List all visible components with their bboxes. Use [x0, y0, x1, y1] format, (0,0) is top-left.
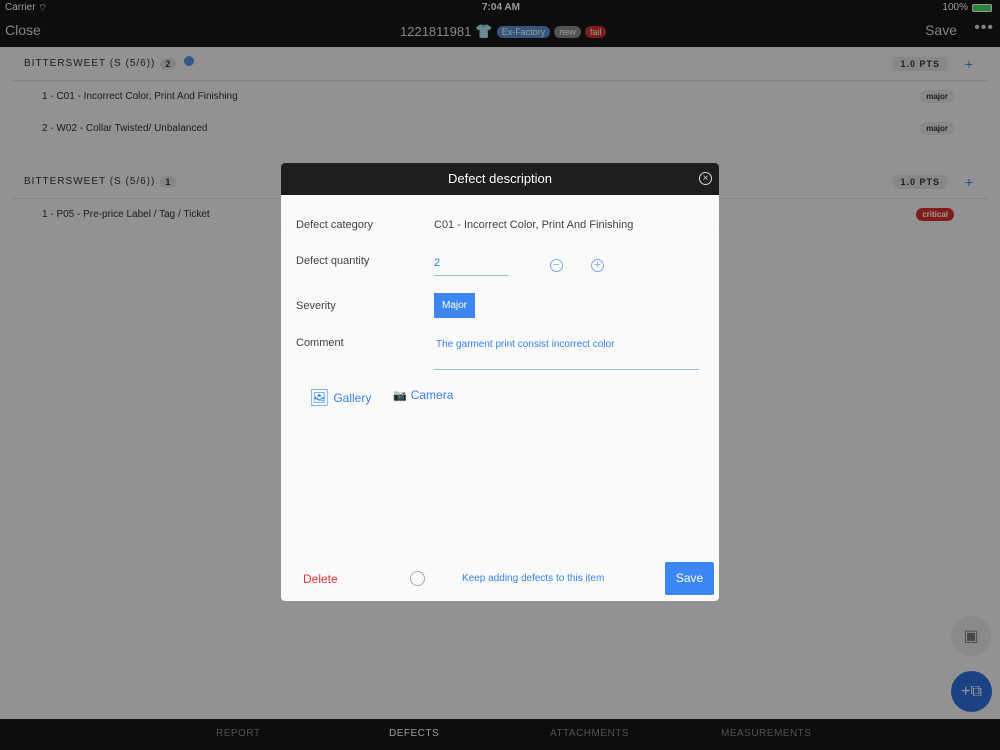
defect-dialog: Defect description × Defect category C01… [281, 163, 719, 601]
comment-input[interactable]: The garment print consist incorrect colo… [434, 334, 699, 370]
dialog-header: Defect description × [281, 163, 719, 195]
comment-label: Comment [296, 337, 344, 349]
close-icon[interactable]: × [699, 172, 712, 185]
dialog-title: Defect description [447, 171, 553, 186]
category-label: Defect category [296, 219, 374, 231]
gallery-label: Gallery [333, 391, 372, 405]
keep-adding-checkbox[interactable] [410, 571, 425, 586]
comment-value: The garment print consist incorrect colo… [436, 339, 615, 350]
gallery-button[interactable]: 🖼 Gallery [309, 388, 371, 408]
keep-adding-label[interactable]: Keep adding defects to this item [462, 573, 604, 584]
quantity-input[interactable]: 2 [434, 253, 508, 276]
save-defect-button[interactable]: Save [665, 562, 714, 595]
quantity-value: 2 [434, 257, 441, 269]
increment-icon[interactable]: + [591, 259, 604, 272]
severity-major-button[interactable]: Major [434, 293, 475, 318]
camera-icon: 📷 [393, 389, 407, 402]
severity-label: Severity [296, 300, 336, 312]
quantity-label: Defect quantity [296, 255, 370, 267]
delete-button[interactable]: Delete [303, 572, 338, 586]
gallery-icon: 🖼 [309, 390, 330, 407]
camera-button[interactable]: 📷 Camera [393, 388, 453, 402]
category-value: C01 - Incorrect Color, Print And Finishi… [434, 219, 634, 231]
decrement-icon[interactable]: − [550, 259, 563, 272]
camera-label: Camera [410, 388, 454, 402]
